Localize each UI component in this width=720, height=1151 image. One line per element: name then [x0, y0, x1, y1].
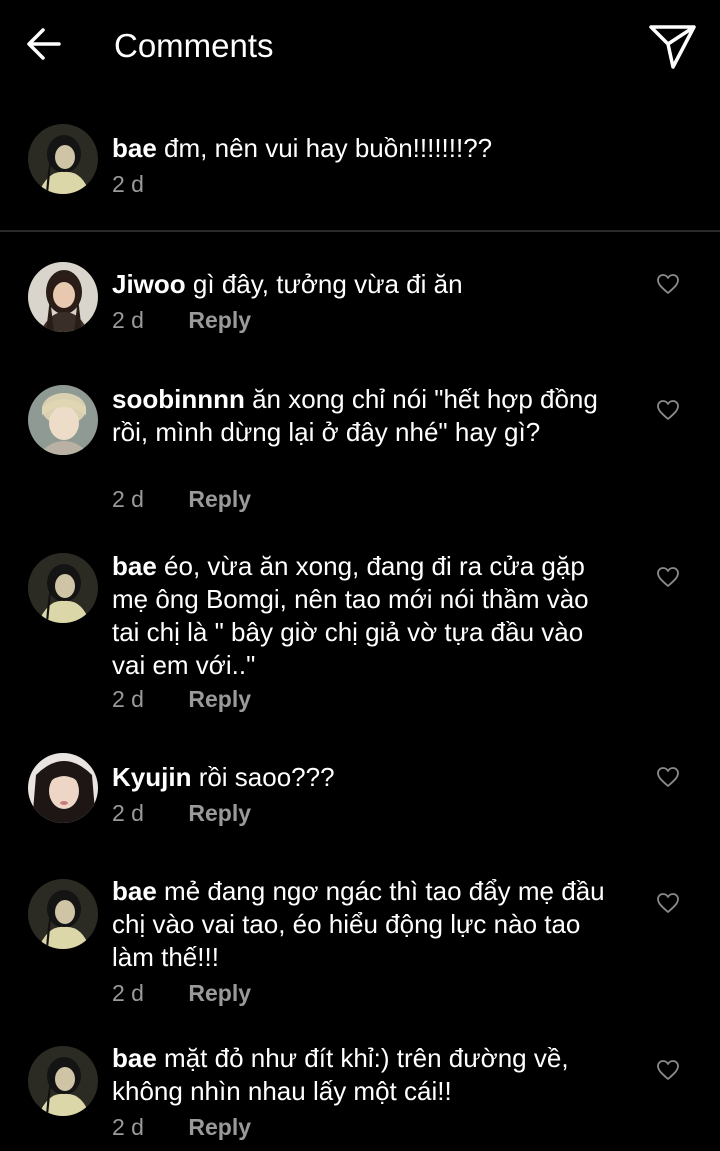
timestamp: 2 d	[112, 171, 144, 197]
heart-outline-icon	[657, 274, 679, 294]
like-button[interactable]	[654, 271, 682, 297]
share-button[interactable]	[644, 20, 700, 72]
username[interactable]: Jiwoo	[112, 269, 186, 299]
heart-outline-icon	[657, 567, 679, 587]
comment-text: mẻ đang ngơ ngác thì tao đẩy mẹ đầu chị …	[112, 876, 605, 972]
reply-button[interactable]: Reply	[188, 799, 251, 827]
avatar[interactable]	[28, 124, 98, 194]
post-caption: bae đm, nên vui hay buồn!!!!!!!?? 2 d	[0, 110, 720, 230]
like-button[interactable]	[654, 397, 682, 423]
avatar[interactable]	[28, 753, 98, 823]
timestamp: 2 d	[112, 980, 144, 1006]
username[interactable]: bae	[112, 1043, 157, 1073]
arrow-left-icon	[27, 28, 61, 60]
timestamp: 2 d	[112, 800, 144, 826]
username[interactable]: soobinnnn	[112, 384, 245, 414]
username[interactable]: bae	[112, 551, 157, 581]
paper-plane-icon	[649, 25, 696, 69]
heart-outline-icon	[657, 400, 679, 420]
heart-outline-icon	[657, 1060, 679, 1080]
comment-text: mặt đỏ như đít khỉ:) trên đường về, khôn…	[112, 1043, 569, 1106]
reply-button[interactable]: Reply	[188, 979, 251, 1007]
avatar[interactable]	[28, 1046, 98, 1116]
like-button[interactable]	[654, 764, 682, 790]
like-button[interactable]	[654, 1057, 682, 1083]
username[interactable]: bae	[112, 133, 157, 163]
avatar-bae-image	[28, 1046, 98, 1116]
avatar[interactable]	[28, 879, 98, 949]
reply-button[interactable]: Reply	[188, 485, 251, 513]
avatar[interactable]	[28, 553, 98, 623]
username[interactable]: Kyujin	[112, 762, 191, 792]
heart-outline-icon	[657, 767, 679, 787]
header-bar: Comments	[0, 0, 720, 92]
timestamp: 2 d	[112, 307, 144, 333]
avatar-bae-image	[28, 879, 98, 949]
comment-text: gì đây, tưởng vừa đi ăn	[192, 269, 463, 299]
avatar[interactable]	[28, 385, 98, 455]
avatar[interactable]	[28, 262, 98, 332]
like-button[interactable]	[654, 890, 682, 916]
timestamp: 2 d	[112, 1114, 144, 1140]
page-title: Comments	[114, 27, 274, 64]
reply-button[interactable]: Reply	[188, 685, 251, 713]
like-button[interactable]	[654, 564, 682, 590]
back-button[interactable]	[24, 24, 64, 64]
reply-button[interactable]: Reply	[188, 306, 251, 334]
heart-outline-icon	[657, 893, 679, 913]
divider	[0, 230, 720, 232]
comment-text: đm, nên vui hay buồn!!!!!!!??	[164, 133, 493, 163]
comment-text: rồi saoo???	[198, 762, 335, 792]
avatar-kyujin-image	[28, 753, 98, 823]
avatar-bae-image	[28, 553, 98, 623]
username[interactable]: bae	[112, 876, 157, 906]
avatar-soobin-image	[28, 385, 98, 455]
reply-button[interactable]: Reply	[188, 1113, 251, 1141]
comment-text: éo, vừa ăn xong, đang đi ra cửa gặp mẹ ô…	[112, 551, 589, 680]
timestamp: 2 d	[112, 686, 144, 712]
avatar-jiwoo-image	[28, 262, 98, 332]
timestamp: 2 d	[112, 486, 144, 512]
avatar-bae-image	[28, 124, 98, 194]
